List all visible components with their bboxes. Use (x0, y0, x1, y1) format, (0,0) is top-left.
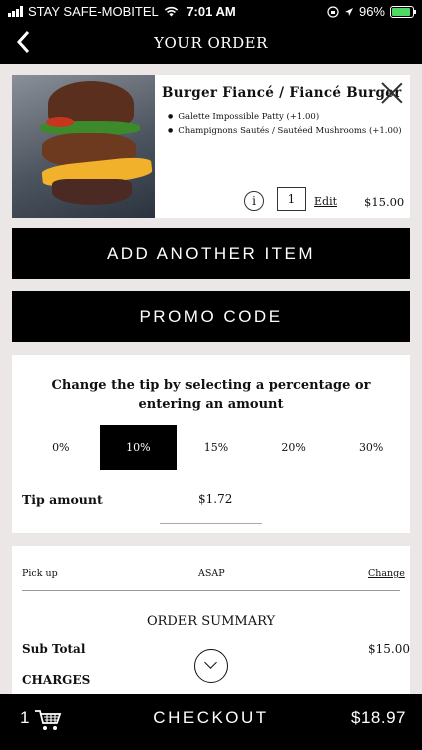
charges-label: CHARGES (22, 673, 91, 687)
item-options-list: Galette Impossible Patty (+1.00) Champig… (168, 110, 402, 138)
battery-icon (390, 5, 416, 18)
tip-heading: Change the tip by selecting a percentage… (51, 378, 371, 412)
order-total: $18.97 (351, 708, 406, 727)
checkout-bar[interactable]: 1 CHECKOUT $18.97 (0, 694, 422, 750)
add-another-item-button[interactable]: ADD ANOTHER ITEM (12, 228, 410, 279)
rotation-lock-icon (327, 5, 339, 18)
order-summary-title: ORDER SUMMARY (146, 614, 276, 629)
burger-image (12, 75, 155, 218)
status-bar: STAY SAFE-MOBITEL 7:01 AM 96% (0, 0, 422, 22)
tip-amount-input[interactable]: $1.72 (198, 492, 232, 506)
status-right: 96% (327, 4, 416, 19)
quantity-field[interactable]: 1 (277, 187, 306, 211)
location-icon (344, 7, 353, 16)
subtotal-value: $15.00 (368, 642, 410, 656)
item-option: Galette Impossible Patty (+1.00) (168, 110, 402, 124)
tip-option-0[interactable]: 0% (22, 425, 100, 470)
pickup-time: ASAP (198, 568, 225, 579)
header-bar: YOUR ORDER (0, 22, 422, 64)
order-item-card: Burger Fiancé / Fiancé Burger Galette Im… (12, 75, 410, 218)
battery-percent: 96% (358, 4, 385, 19)
tip-amount-underline (160, 523, 262, 524)
tip-amount-label: Tip amount (22, 492, 103, 507)
divider (22, 590, 400, 591)
item-price: $15.00 (364, 195, 405, 209)
tip-option-15[interactable]: 15% (177, 425, 255, 470)
tip-option-20[interactable]: 20% (255, 425, 333, 470)
promo-code-button[interactable]: PROMO CODE (12, 291, 410, 342)
page-title: YOUR ORDER (154, 34, 268, 52)
item-option: Champignons Sautés / Sautéed Mushrooms (… (168, 124, 401, 138)
remove-item-icon[interactable] (380, 81, 404, 105)
info-icon[interactable]: i (244, 191, 264, 211)
change-pickup-link[interactable]: Change (368, 568, 405, 579)
subtotal-label: Sub Total (22, 642, 86, 656)
order-summary-card: Pick up ASAP Change ORDER SUMMARY Sub To… (12, 546, 410, 694)
item-name: Burger Fiancé / Fiancé Burger (162, 85, 402, 101)
tip-option-30[interactable]: 30% (332, 425, 410, 470)
expand-chevron-icon[interactable] (194, 649, 228, 683)
tip-option-10[interactable]: 10% (99, 425, 178, 470)
tip-options: 0% 10% 15% 20% 30% (22, 425, 410, 470)
pickup-label: Pick up (22, 568, 58, 579)
tip-card: Change the tip by selecting a percentage… (12, 355, 410, 533)
edit-item-link[interactable]: Edit (314, 195, 337, 208)
